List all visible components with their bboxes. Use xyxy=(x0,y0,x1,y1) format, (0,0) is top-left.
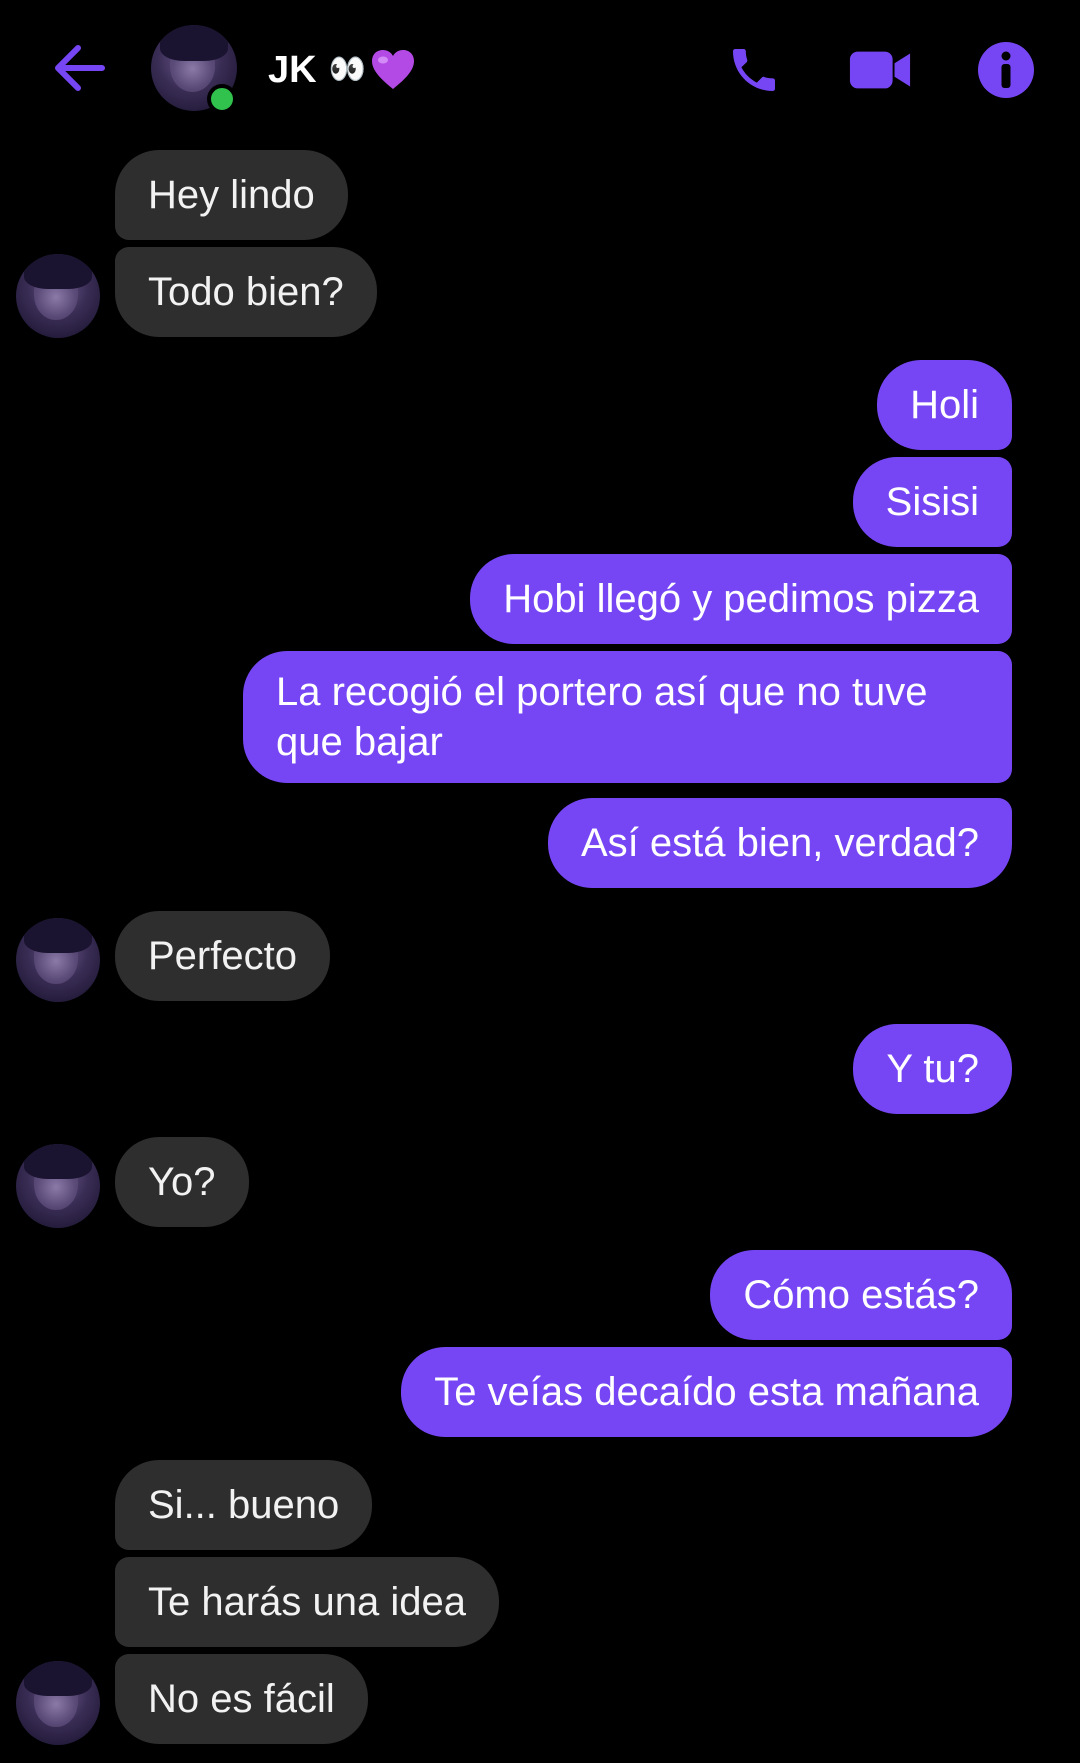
avatar-hair xyxy=(24,918,92,954)
sender-avatar[interactable] xyxy=(16,254,100,338)
message-text: Hey lindo xyxy=(148,173,315,217)
message-bubble-incoming[interactable]: Te harás una idea xyxy=(115,1557,500,1647)
online-status-dot xyxy=(207,84,237,114)
info-button[interactable] xyxy=(974,38,1038,102)
phone-icon xyxy=(733,49,775,91)
message-text: Sisisi xyxy=(885,480,979,524)
message-text: Perfecto xyxy=(148,934,297,978)
avatar-hair xyxy=(24,1144,92,1180)
message-text: Yo? xyxy=(148,1160,216,1204)
message-text: Todo bien? xyxy=(148,270,344,314)
message-bubble-outgoing[interactable]: Holi xyxy=(877,360,1012,450)
message-bubble-outgoing[interactable]: Cómo estás? xyxy=(710,1250,1012,1340)
message-text: Así está bien, verdad? xyxy=(580,821,979,865)
message-bubble-incoming[interactable]: Todo bien? xyxy=(115,247,377,337)
message-text: Te harás una idea xyxy=(148,1580,467,1624)
message-text: Y tu? xyxy=(886,1047,979,1091)
message-bubble-outgoing[interactable]: Y tu? xyxy=(853,1024,1012,1114)
info-icon xyxy=(978,42,1034,98)
message-bubble-outgoing[interactable]: Así está bien, verdad? xyxy=(547,798,1012,888)
message-bubble-incoming[interactable]: Si... bueno xyxy=(115,1460,373,1550)
message-bubble-incoming[interactable]: No es fácil xyxy=(115,1654,368,1744)
contact-name-text: JK xyxy=(268,49,317,91)
voice-call-button[interactable] xyxy=(722,38,786,102)
message-bubble-outgoing[interactable]: Te veías decaído esta mañana xyxy=(401,1347,1012,1437)
sender-avatar[interactable] xyxy=(16,1661,100,1745)
message-bubble-outgoing[interactable]: Hobi llegó y pedimos pizza xyxy=(470,554,1012,644)
back-button[interactable] xyxy=(50,38,110,98)
sender-avatar[interactable] xyxy=(16,918,100,1002)
message-bubble-incoming[interactable]: Hey lindo xyxy=(115,150,348,240)
avatar-hair xyxy=(159,25,229,62)
chat-header: JK 👀 xyxy=(0,0,1080,140)
message-text: Holi xyxy=(910,383,979,427)
contact-name[interactable]: JK 👀 xyxy=(268,48,416,92)
message-bubble-incoming[interactable]: Perfecto xyxy=(115,911,330,1001)
avatar-hair xyxy=(24,254,92,290)
avatar-hair xyxy=(24,1661,92,1697)
message-bubble-incoming[interactable]: Yo? xyxy=(115,1137,249,1227)
video-camera-icon xyxy=(849,51,911,89)
message-text: Te veías decaído esta mañana xyxy=(434,1370,979,1414)
purple-heart-icon xyxy=(370,49,416,91)
message-text: Cómo estás? xyxy=(743,1273,979,1317)
message-text: Si... bueno xyxy=(148,1483,340,1527)
message-text: La recogió el portero así que no tuve qu… xyxy=(276,670,928,764)
message-text: No es fácil xyxy=(148,1677,335,1721)
arrow-left-icon xyxy=(55,45,105,91)
message-bubble-outgoing[interactable]: La recogió el portero así que no tuve qu… xyxy=(243,651,1012,783)
message-bubble-outgoing[interactable]: Sisisi xyxy=(852,457,1012,547)
eyes-emoji: 👀 xyxy=(328,53,366,86)
sender-avatar[interactable] xyxy=(16,1144,100,1228)
message-text: Hobi llegó y pedimos pizza xyxy=(503,577,979,621)
video-call-button[interactable] xyxy=(848,38,912,102)
